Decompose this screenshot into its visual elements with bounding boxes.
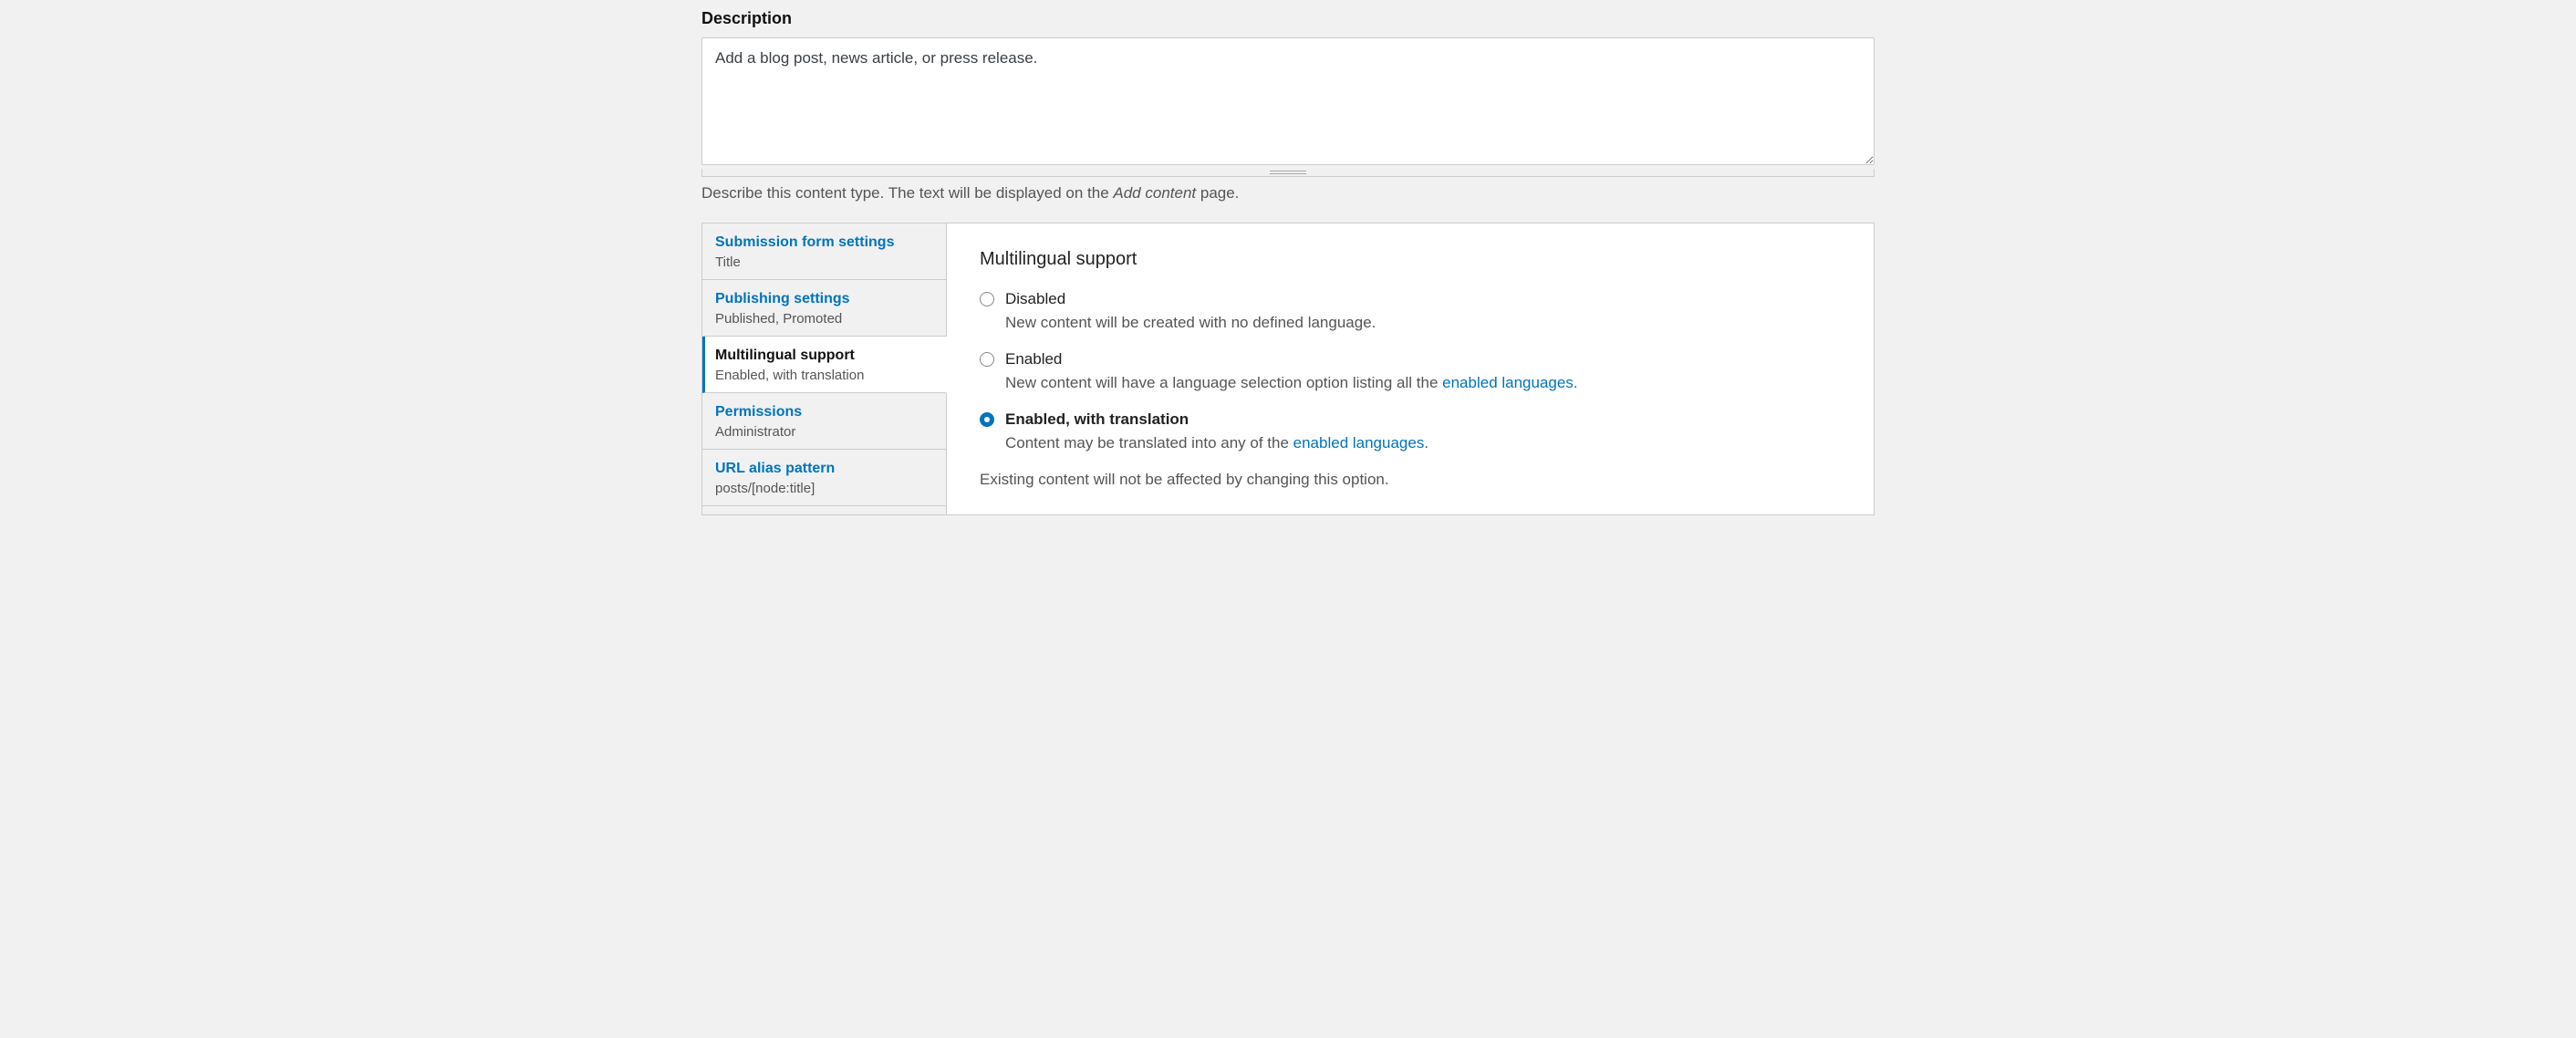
vertical-tabs: Submission form settings Title Publishin… <box>701 223 1875 515</box>
radio-icon <box>980 292 994 306</box>
tab-title: Multilingual support <box>715 348 933 364</box>
enabled-languages-link[interactable]: enabled languages <box>1442 374 1574 391</box>
radio-description: Content may be translated into any of th… <box>1005 434 1841 452</box>
textarea-resize-handle[interactable] <box>701 169 1875 177</box>
tab-multilingual-support[interactable]: Multilingual support Enabled, with trans… <box>702 337 947 393</box>
grip-icon <box>1270 171 1306 174</box>
pane-note: Existing content will not be affected by… <box>980 471 1841 489</box>
tab-summary: Administrator <box>715 424 933 440</box>
tab-submission-form-settings[interactable]: Submission form settings Title <box>702 223 946 280</box>
tab-summary: posts/[node:title] <box>715 481 933 496</box>
radio-option-enabled[interactable]: Enabled New content will have a language… <box>980 350 1841 392</box>
vertical-tabs-menu: Submission form settings Title Publishin… <box>702 223 947 514</box>
multilingual-support-pane: Multilingual support Disabled New conten… <box>947 223 1874 514</box>
tab-summary: Title <box>715 254 933 270</box>
radio-option-disabled[interactable]: Disabled New content will be created wit… <box>980 290 1841 332</box>
enabled-languages-link[interactable]: enabled languages <box>1293 434 1425 452</box>
tab-permissions[interactable]: Permissions Administrator <box>702 393 946 450</box>
description-label: Description <box>701 9 1875 28</box>
tab-title: Publishing settings <box>715 291 933 307</box>
tab-publishing-settings[interactable]: Publishing settings Published, Promoted <box>702 280 946 337</box>
tab-summary: Enabled, with translation <box>715 368 933 383</box>
pane-heading: Multilingual support <box>980 249 1841 270</box>
description-help-text: Describe this content type. The text wil… <box>701 184 1875 202</box>
radio-label: Enabled, with translation <box>1005 410 1841 429</box>
tab-summary: Published, Promoted <box>715 311 933 327</box>
radio-description: New content will have a language selecti… <box>1005 374 1841 392</box>
tab-title: Submission form settings <box>715 234 933 251</box>
description-textarea[interactable] <box>701 37 1875 165</box>
radio-icon <box>980 412 994 427</box>
tab-url-alias-pattern[interactable]: URL alias pattern posts/[node:title] <box>702 450 946 506</box>
tab-title: Permissions <box>715 404 933 420</box>
tab-title: URL alias pattern <box>715 461 933 477</box>
radio-option-enabled-with-translation[interactable]: Enabled, with translation Content may be… <box>980 410 1841 452</box>
radio-description: New content will be created with no defi… <box>1005 314 1841 332</box>
radio-icon <box>980 352 994 367</box>
radio-label: Enabled <box>1005 350 1841 368</box>
radio-label: Disabled <box>1005 290 1841 308</box>
